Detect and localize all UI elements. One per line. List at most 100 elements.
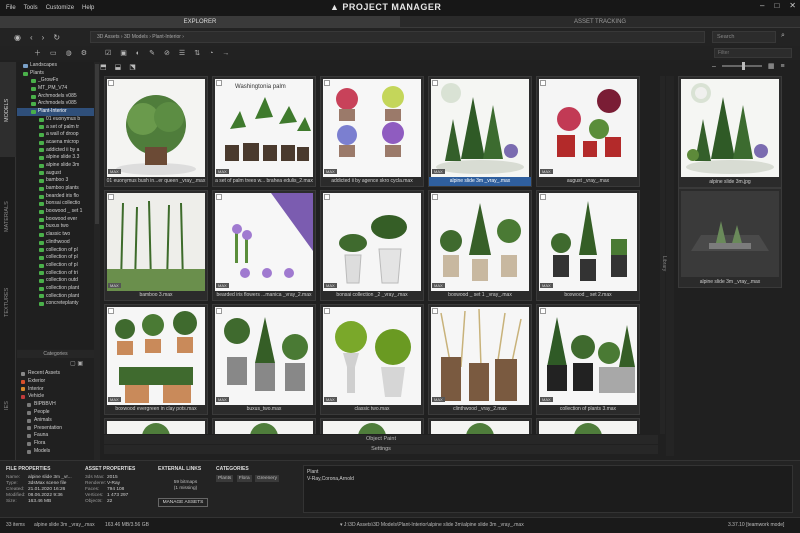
asset-checkbox[interactable]: [216, 80, 222, 86]
asset-checkbox[interactable]: [108, 80, 114, 86]
path-breadcrumb[interactable]: 3D Assets › 3D Models › Plant-Interior ›: [90, 31, 705, 43]
minimize-icon[interactable]: –: [760, 1, 764, 10]
category-item[interactable]: Vehicle: [17, 393, 94, 401]
category-item[interactable]: Flora: [17, 440, 94, 448]
new-category-icon[interactable]: ▢: [70, 361, 76, 367]
tree-node[interactable]: Plants: [17, 70, 94, 78]
asset-card[interactable]: MAX alpine slide 3m _vray_.max: [428, 76, 532, 187]
side-tab-textures[interactable]: TEXTURES: [0, 277, 16, 337]
tree-node[interactable]: collection plant: [17, 285, 94, 293]
tree-node[interactable]: clinthwood: [17, 239, 94, 247]
tree-node[interactable]: bamboo 3: [17, 177, 94, 185]
tree-node[interactable]: acaena microp: [17, 139, 94, 147]
tree-node[interactable]: collection plant: [17, 293, 94, 301]
asset-card[interactable]: [536, 418, 640, 434]
asset-card[interactable]: MAX bearded iris flowers ...manica _vray_…: [212, 190, 316, 301]
import-icon[interactable]: ⬒: [100, 63, 107, 71]
tree-node[interactable]: classic two: [17, 231, 94, 239]
tree-node[interactable]: buxus two: [17, 223, 94, 231]
asset-card[interactable]: Washingtonia palm MAX a set of palm trees …: [212, 76, 316, 187]
tree-node[interactable]: collection of pl: [17, 254, 94, 262]
category-item[interactable]: People: [17, 409, 94, 417]
tree-node[interactable]: addicted ii by a: [17, 147, 94, 155]
asset-card[interactable]: MAX bonsai collection _2 _vray_.max: [320, 190, 424, 301]
tab-asset-tracking[interactable]: ASSET TRACKING: [400, 16, 800, 28]
asset-checkbox[interactable]: [540, 194, 546, 200]
tree-node[interactable]: a set of palm tr: [17, 124, 94, 132]
edit-icon[interactable]: ✎: [149, 49, 155, 57]
tree-node[interactable]: bonsai collectio: [17, 200, 94, 208]
xref-icon[interactable]: ⬔: [129, 63, 136, 71]
tree-node[interactable]: collection of tri: [17, 270, 94, 278]
tree-node[interactable]: MT_PM_V74: [17, 85, 94, 93]
manage-assets-button[interactable]: MANAGE ASSETS: [158, 498, 208, 507]
asset-card[interactable]: [212, 418, 316, 434]
eye-off-icon[interactable]: ⊘: [164, 49, 170, 57]
tree-node[interactable]: Archmodels v085: [17, 93, 94, 101]
settings-icon[interactable]: ⚙: [81, 49, 87, 57]
tree-node[interactable]: bamboo plants: [17, 185, 94, 193]
category-tag[interactable]: Greenery: [254, 475, 279, 482]
tree-node[interactable]: collection outd: [17, 277, 94, 285]
preview-model-card[interactable]: alpine slide 3m _vray_.max: [678, 188, 782, 288]
asset-checkbox[interactable]: [324, 80, 330, 86]
zoom-out-icon[interactable]: –: [712, 63, 716, 70]
delete-category-icon[interactable]: ▣: [77, 361, 83, 367]
asset-checkbox[interactable]: [324, 194, 330, 200]
sort-icon[interactable]: ⇅: [194, 49, 200, 57]
maximize-icon[interactable]: □: [774, 1, 779, 10]
tree-node[interactable]: collection of pl: [17, 262, 94, 270]
side-tab-models[interactable]: MODELS: [0, 62, 16, 157]
merge-icon[interactable]: ⬓: [115, 63, 122, 71]
asset-checkbox[interactable]: [108, 194, 114, 200]
preview-image-card[interactable]: alpine slide 3m.jpg: [678, 76, 782, 188]
asset-checkbox[interactable]: [540, 80, 546, 86]
back-icon[interactable]: ‹: [30, 33, 33, 42]
asset-card[interactable]: [104, 418, 208, 434]
tree-node[interactable]: collection of pl: [17, 247, 94, 255]
category-item[interactable]: Recent Assets: [17, 370, 94, 378]
tab-explorer[interactable]: EXPLORER: [0, 16, 400, 28]
tree-node[interactable]: august: [17, 170, 94, 178]
grid-scrollbar[interactable]: [660, 76, 665, 434]
tree-node[interactable]: bearded iris flo: [17, 193, 94, 201]
tree-node[interactable]: concreteplanty: [17, 300, 94, 308]
tree-node[interactable]: 01 euonymus b: [17, 116, 94, 124]
asset-checkbox[interactable]: [216, 308, 222, 314]
settings-bar[interactable]: Settings: [104, 445, 658, 454]
tree-node[interactable]: Plant-Interior: [17, 108, 94, 116]
asset-checkbox[interactable]: [324, 308, 330, 314]
asset-card[interactable]: MAX classic two.max: [320, 304, 424, 415]
search-icon[interactable]: ⌕: [781, 32, 785, 40]
filter-input[interactable]: Filter: [714, 48, 792, 58]
side-tab-materials[interactable]: MATERIALS: [0, 172, 16, 242]
forward-icon[interactable]: ›: [42, 33, 45, 42]
tree-node[interactable]: Landscapes: [17, 62, 94, 70]
category-item[interactable]: Presentation: [17, 425, 94, 433]
tree-node[interactable]: a wall of droop: [17, 131, 94, 139]
category-tag[interactable]: Plants: [216, 475, 234, 482]
asset-checkbox[interactable]: [432, 308, 438, 314]
category-tag[interactable]: Flora: [236, 475, 252, 482]
notes-field[interactable]: Plant V-Ray,Corona,Arnold: [303, 465, 793, 513]
tree-scrollbar[interactable]: [94, 62, 100, 472]
arrow-right-icon[interactable]: →: [222, 50, 229, 57]
object-paint-bar[interactable]: Object Paint: [104, 435, 658, 444]
tree-node[interactable]: alpine slide 3m: [17, 162, 94, 170]
asset-card[interactable]: MAX addicted ii by agence skro cycla.max: [320, 76, 424, 187]
close-icon[interactable]: ✕: [789, 1, 796, 10]
save-icon[interactable]: ▣: [120, 49, 127, 57]
search-input[interactable]: Search: [712, 31, 776, 43]
asset-checkbox[interactable]: [540, 308, 546, 314]
category-item[interactable]: BIPBBVH: [17, 401, 94, 409]
asset-card[interactable]: MAX clinthwood _vray_2.max: [428, 304, 532, 415]
asset-card[interactable]: MAX 01 euonymus bush in...er queen _vray_…: [104, 76, 208, 187]
asset-card[interactable]: [428, 418, 532, 434]
side-tab-ies[interactable]: IES: [0, 392, 16, 422]
menu-help[interactable]: Help: [78, 5, 98, 11]
grid-view-icon[interactable]: ▦: [768, 62, 775, 70]
folder-icon[interactable]: ▭: [50, 49, 57, 57]
render-icon[interactable]: ◐: [136, 50, 140, 57]
category-item[interactable]: Models: [17, 448, 94, 456]
thumbnail-size-slider[interactable]: [721, 62, 762, 70]
